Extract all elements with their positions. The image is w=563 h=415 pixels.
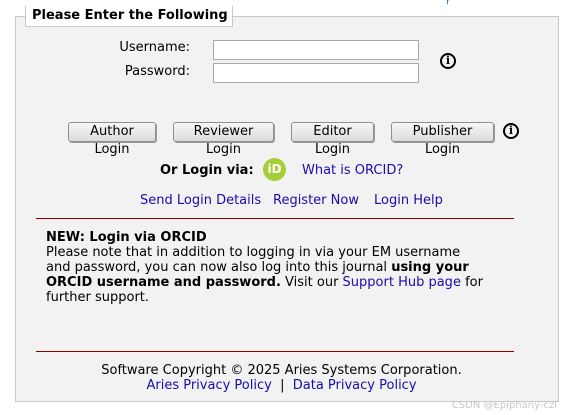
orcid-icon[interactable]: iD [263, 158, 286, 181]
login-info-icon[interactable]: i [440, 53, 456, 69]
notice-body: Please note that in addition to logging … [46, 245, 486, 305]
password-input[interactable] [213, 63, 419, 83]
support-hub-link[interactable]: Support Hub page [343, 275, 461, 290]
publisher-login-button[interactable]: Publisher Login [391, 122, 494, 157]
aries-privacy-link[interactable]: Aries Privacy Policy [146, 378, 271, 393]
notice-title: NEW: Login via ORCID [46, 230, 207, 245]
top-mark: ? [445, 0, 451, 7]
divider-bottom [36, 351, 514, 352]
footer-links: Aries Privacy Policy | Data Privacy Poli… [0, 378, 563, 393]
password-label: Password: [124, 64, 190, 79]
roles-info-icon[interactable]: i [503, 123, 519, 139]
login-help-link[interactable]: Login Help [374, 193, 443, 208]
reviewer-login-button[interactable]: Reviewer Login [173, 122, 274, 157]
watermark: CSDN @Epiphany-czl [451, 400, 557, 411]
panel-legend: Please Enter the Following [25, 6, 233, 27]
register-now-link[interactable]: Register Now [273, 193, 359, 208]
author-login-button[interactable]: Author Login [68, 122, 156, 157]
divider-top [36, 218, 514, 219]
footer-separator: | [280, 378, 285, 393]
copyright-text: Software Copyright © 2025 Aries Systems … [101, 363, 462, 378]
what-is-orcid-link[interactable]: What is ORCID? [302, 163, 403, 178]
notice-text-2: Visit our [280, 275, 343, 290]
username-label: Username: [119, 40, 190, 55]
orcid-login-label: Or Login via: [160, 163, 254, 178]
send-login-details-link[interactable]: Send Login Details [140, 193, 261, 208]
username-input[interactable] [213, 40, 419, 60]
data-privacy-link[interactable]: Data Privacy Policy [293, 378, 417, 393]
orcid-notice: NEW: Login via ORCID Please note that in… [46, 230, 486, 305]
editor-login-button[interactable]: Editor Login [291, 122, 374, 157]
